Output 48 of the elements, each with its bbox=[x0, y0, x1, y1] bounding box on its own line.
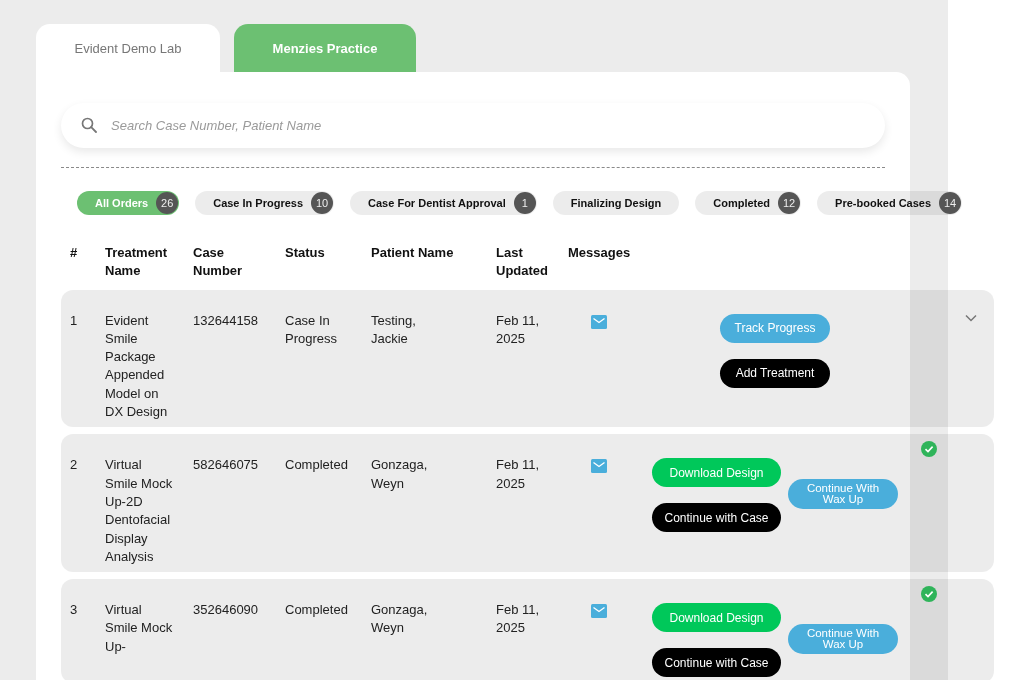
mail-icon[interactable] bbox=[591, 314, 607, 329]
treatment-name: Evident Smile Package Appended Model on DX Design bbox=[105, 311, 169, 422]
column-header: Messages bbox=[568, 244, 632, 262]
check-circle-icon bbox=[921, 586, 937, 603]
mail-icon[interactable] bbox=[591, 604, 607, 619]
patient-name: Gonzaga, Weyn bbox=[371, 456, 429, 493]
column-header: Patient Name bbox=[371, 244, 455, 262]
column-header: # bbox=[70, 244, 79, 262]
mail-icon[interactable] bbox=[591, 459, 607, 474]
continue-button[interactable]: Continue with Case bbox=[652, 503, 781, 533]
search-icon bbox=[81, 117, 97, 133]
check-circle-icon bbox=[921, 441, 937, 458]
row-number: 3 bbox=[70, 601, 79, 620]
filter-chip[interactable]: Finalizing Design bbox=[552, 191, 680, 215]
column-header: Last Updated bbox=[496, 244, 549, 281]
count-badge: 14 bbox=[939, 192, 962, 214]
filter-chip[interactable]: All Orders 26 bbox=[77, 191, 180, 215]
tab[interactable]: Evident Demo Lab bbox=[36, 24, 220, 72]
column-header: Status bbox=[285, 244, 326, 262]
case-number: 132644158 bbox=[193, 311, 260, 330]
case-number: 582646075 bbox=[193, 456, 260, 475]
patient-name: Testing, Jackie bbox=[371, 311, 417, 348]
case-number: 352646090 bbox=[193, 601, 260, 620]
search-field[interactable]: Search Case Number, Patient Name bbox=[61, 103, 885, 148]
column-header: Treatment Name bbox=[105, 244, 169, 281]
add-treatment-button[interactable]: Add Treatment bbox=[720, 358, 830, 388]
last-updated: Feb 11, 2025 bbox=[496, 311, 541, 348]
count-badge: 26 bbox=[156, 192, 179, 214]
row-number: 2 bbox=[70, 456, 79, 475]
filter-chip[interactable]: Completed 12 bbox=[695, 191, 802, 215]
filter-chip[interactable]: Pre-booked Cases 14 bbox=[817, 191, 963, 215]
chevron-down-icon[interactable] bbox=[965, 313, 977, 322]
treatment-name: Virtual Smile Mock Up-2D Dentofacial Display Analysis bbox=[105, 456, 173, 566]
last-updated: Feb 11, 2025 bbox=[496, 601, 541, 638]
filter-chip[interactable]: Case In Progress 10 bbox=[195, 191, 335, 215]
patient-name: Gonzaga, Weyn bbox=[371, 601, 429, 638]
treatment-name: Virtual Smile Mock Up- bbox=[105, 601, 173, 656]
status-text: Completed bbox=[285, 456, 349, 475]
count-badge: 12 bbox=[778, 192, 801, 214]
continue-button[interactable]: Continue with Case bbox=[652, 648, 781, 678]
column-header: Case Number bbox=[193, 244, 244, 281]
row-number: 1 bbox=[70, 311, 79, 330]
status-text: Completed bbox=[285, 601, 349, 620]
count-badge: 1 bbox=[513, 192, 536, 214]
count-badge: 10 bbox=[311, 192, 334, 214]
last-updated: Feb 11, 2025 bbox=[496, 456, 541, 493]
status-text: Case In Progress bbox=[285, 311, 339, 348]
filter-chip[interactable]: Case For Dentist Approval 1 bbox=[350, 191, 537, 215]
